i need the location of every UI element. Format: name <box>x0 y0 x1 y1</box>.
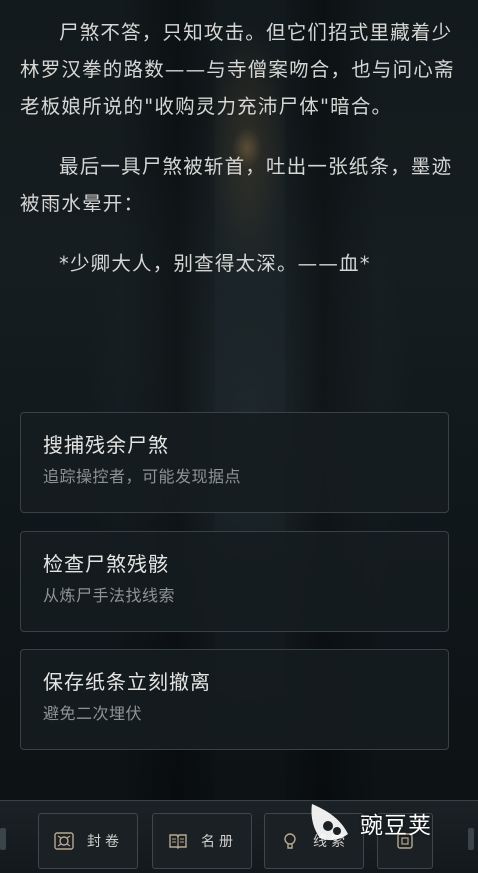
pea-pod-logo-icon <box>306 800 352 846</box>
story-text: 尸煞不答，只知攻击。但它们招式里藏着少林罗汉拳的路数——与寺僧案吻合，也与问心斋… <box>20 14 460 305</box>
nav-label: 封卷 <box>87 834 123 850</box>
game-screen: 尸煞不答，只知攻击。但它们招式里藏着少林罗汉拳的路数——与寺僧案吻合，也与问心斋… <box>0 0 478 873</box>
nav-scroll-left-handle[interactable] <box>0 828 6 850</box>
choice-description: 追踪操控者，可能发现据点 <box>43 467 242 486</box>
nav-label: 名册 <box>201 834 237 850</box>
bulb-icon <box>279 830 301 852</box>
watermark-text: 豌豆荚 <box>360 813 432 839</box>
book-icon <box>167 830 189 852</box>
choice-title: 搜捕残余尸煞 <box>43 433 169 457</box>
scroll-icon <box>53 830 75 852</box>
nav-scroll-right-handle[interactable] <box>468 828 474 850</box>
choice-title: 检查尸煞残骸 <box>43 552 169 576</box>
choice-title: 保存纸条立刻撤离 <box>43 670 211 694</box>
story-paragraph: 尸煞不答，只知攻击。但它们招式里藏着少林罗汉拳的路数——与寺僧案吻合，也与问心斋… <box>20 21 455 118</box>
story-note-quote: *少卿大人，别查得太深。——血* <box>59 252 371 275</box>
choice-button-pursue[interactable]: 搜捕残余尸煞 追踪操控者，可能发现据点 <box>20 412 449 513</box>
choice-button-retreat[interactable]: 保存纸条立刻撤离 避免二次埋伏 <box>20 649 449 750</box>
nav-button-archive[interactable]: 封卷 <box>38 813 138 869</box>
story-paragraph: 最后一具尸煞被斩首，吐出一张纸条，墨迹被雨水晕开： <box>20 155 453 215</box>
nav-button-roster[interactable]: 名册 <box>152 813 252 869</box>
choice-description: 避免二次埋伏 <box>43 704 143 723</box>
choice-button-inspect[interactable]: 检查尸煞残骸 从炼尸手法找线索 <box>20 531 449 632</box>
watermark-logo: 豌豆荚 <box>306 798 456 848</box>
choice-description: 从炼尸手法找线索 <box>43 586 176 605</box>
